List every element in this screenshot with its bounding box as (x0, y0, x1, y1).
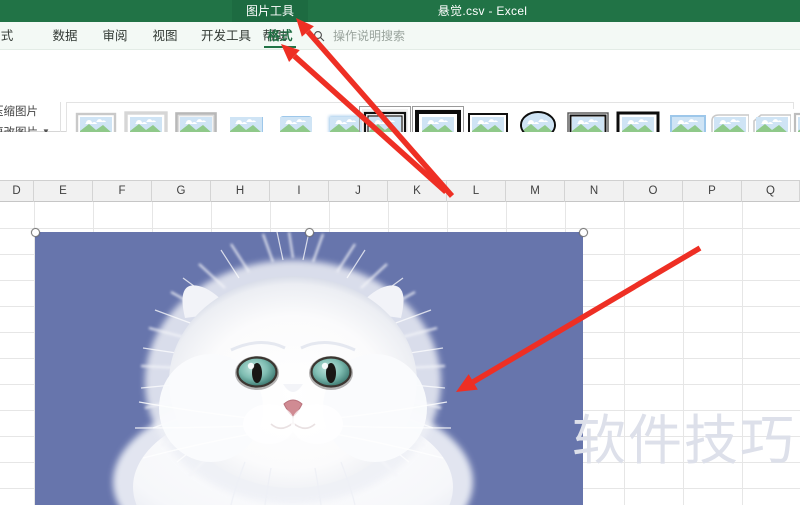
annotation-arrows (0, 0, 800, 505)
arrow-to-contextual-tab (296, 18, 455, 198)
arrow-to-format-tab (281, 44, 448, 195)
arrow-to-picture (456, 245, 702, 392)
excel-window: 图片工具 悬觉.csv - Excel 式 数据 审阅 视图 开发工具 帮助 格… (0, 0, 800, 505)
